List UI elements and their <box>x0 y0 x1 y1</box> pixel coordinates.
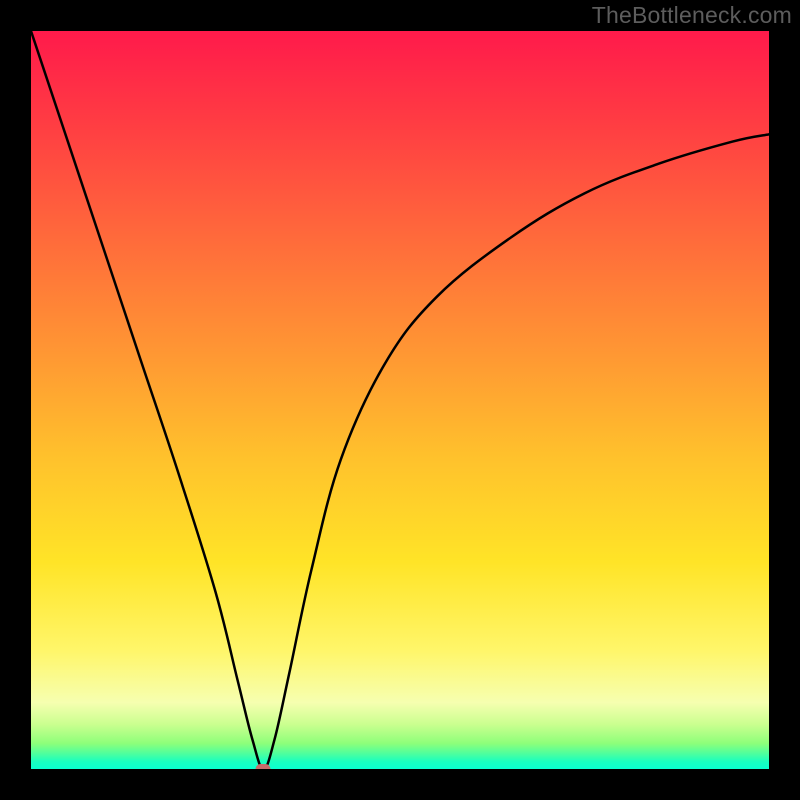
plot-area <box>31 31 769 769</box>
chart-frame: TheBottleneck.com <box>0 0 800 800</box>
watermark-text: TheBottleneck.com <box>592 2 792 29</box>
bottleneck-curve-path <box>31 31 769 769</box>
curve-svg <box>31 31 769 769</box>
min-marker <box>256 764 271 769</box>
